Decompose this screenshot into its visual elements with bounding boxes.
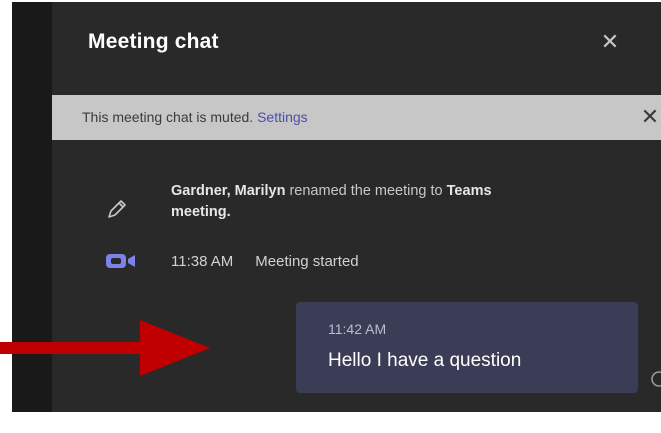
muted-banner: This meeting chat is muted. Settings ✕ — [52, 95, 661, 140]
event-text: Meeting started — [255, 253, 359, 270]
muted-banner-text: This meeting chat is muted. Settings — [82, 109, 308, 125]
muted-banner-message: This meeting chat is muted. — [82, 109, 258, 125]
close-icon[interactable]: ✕ — [598, 30, 622, 54]
event-time: 11:38 AM — [171, 253, 234, 270]
message-time: 11:42 AM — [328, 321, 387, 337]
circle-icon[interactable] — [648, 370, 661, 388]
red-arrow — [0, 318, 215, 385]
chat-message-bubble[interactable]: 11:42 AM Hello I have a question — [296, 302, 638, 393]
meeting-started-event: 11:38 AM Meeting started — [171, 253, 359, 270]
video-camera-icon — [104, 251, 138, 276]
event-action: renamed the meeting to — [285, 183, 447, 199]
pencil-icon — [104, 196, 130, 227]
panel-title: Meeting chat — [88, 30, 219, 53]
rename-event: Gardner, Marilyn renamed the meeting to … — [171, 181, 551, 223]
message-text: Hello I have a question — [328, 350, 522, 371]
banner-close-icon[interactable]: ✕ — [638, 104, 661, 130]
settings-link[interactable]: Settings — [257, 109, 308, 125]
event-actor: Gardner, Marilyn — [171, 183, 286, 199]
